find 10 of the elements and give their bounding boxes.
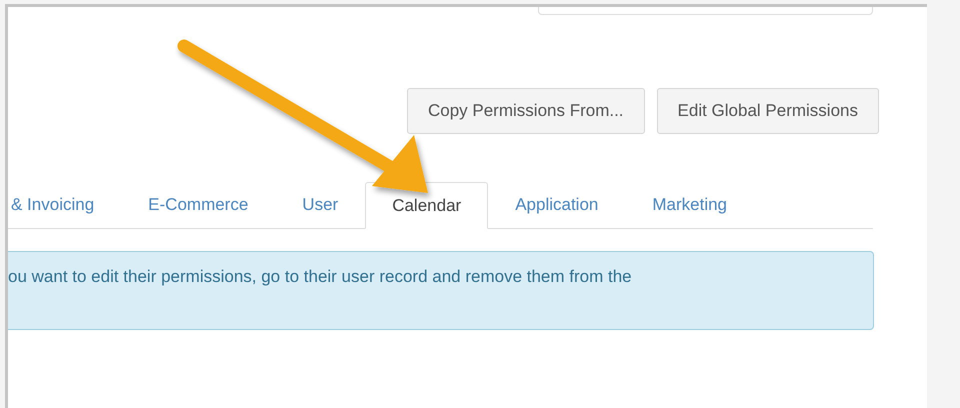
action-button[interactable]: Edit Global Permissions [656,88,879,134]
action-button[interactable]: Copy Permissions From... [406,88,645,134]
tab[interactable]: E-Commerce [121,183,276,229]
tab[interactable]: Application [488,183,626,229]
tab[interactable]: Marketing [625,183,754,229]
tab[interactable]: Calendar [365,182,488,229]
input-field[interactable] [538,7,873,15]
info-alert: ou want to edit their permissions, go to their user record and remove them from the [8,251,874,330]
tab[interactable]: & Invoicing [10,183,122,229]
tab[interactable]: User [275,183,366,229]
